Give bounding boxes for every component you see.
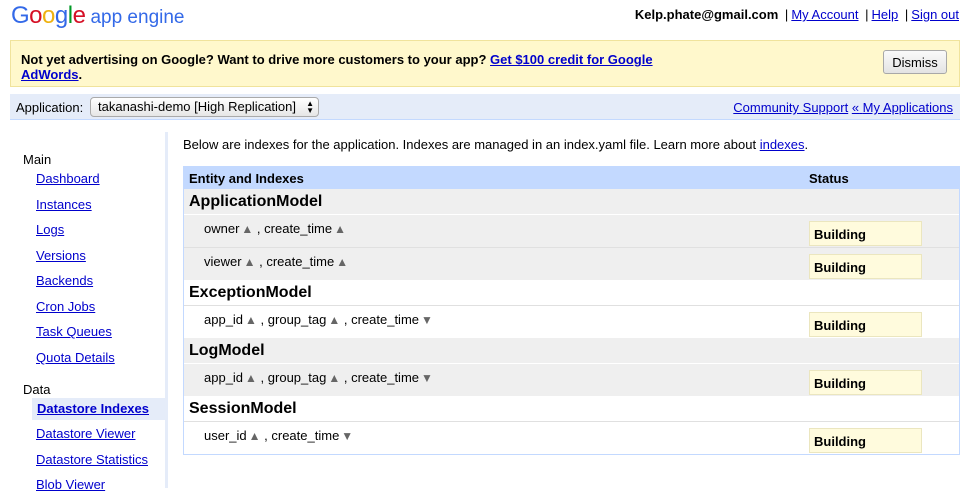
index-properties: app_id ▲ , group_tag ▲ , create_time ▼	[204, 312, 433, 327]
ascending-icon: ▲	[336, 255, 349, 269]
descending-icon: ▼	[341, 429, 354, 443]
table-row: owner ▲ , create_time ▲ Building	[184, 214, 959, 247]
indexes-link[interactable]: indexes	[760, 137, 805, 152]
ascending-icon: ▲	[334, 222, 346, 236]
sidebar-item-task-queues[interactable]: Task Queues	[36, 324, 112, 339]
descending-icon: ▼	[421, 371, 433, 385]
entity-group: ApplicationModel owner ▲ , create_time ▲ B…	[184, 189, 959, 280]
ascending-icon: ▲	[245, 313, 257, 327]
google-app-engine-logo[interactable]: Google app engine	[11, 2, 185, 30]
entity-group: ExceptionModel app_id ▲ , group_tag ▲ , cr…	[184, 280, 959, 338]
index-properties: viewer ▲ , create_time ▲	[204, 254, 349, 269]
table-row: app_id ▲ , group_tag ▲ , create_time ▼ Buil…	[184, 305, 959, 338]
dismiss-button[interactable]: Dismiss	[883, 50, 947, 74]
status-badge: Building	[809, 428, 922, 453]
user-email: Kelp.phate@gmail.com	[634, 7, 779, 22]
nav-heading-main: Main	[23, 152, 52, 167]
status-badge: Building	[809, 370, 922, 395]
table-row: viewer ▲ , create_time ▲ Building	[184, 247, 959, 280]
header: Google app engine Kelp.phate@gmail.com | M…	[0, 0, 977, 38]
select-arrows-icon: ▲ ▼	[306, 99, 314, 115]
column-header-entity: Entity and Indexes	[189, 171, 304, 186]
status-badge: Building	[809, 221, 922, 246]
ascending-icon: ▲	[241, 222, 254, 236]
application-bar: Application: takanashi-demo [High Replic…	[10, 94, 960, 120]
index-properties: user_id ▲ , create_time ▼	[204, 428, 354, 443]
ascending-icon: ▲	[328, 313, 341, 327]
sidebar-item-quota-details[interactable]: Quota Details	[36, 350, 115, 365]
sidebar-item-datastore-statistics[interactable]: Datastore Statistics	[36, 452, 148, 467]
sidebar-item-dashboard[interactable]: Dashboard	[36, 171, 100, 186]
entity-name: SessionModel	[189, 400, 297, 417]
status-badge: Building	[809, 254, 922, 279]
sidebar-item-blob-viewer[interactable]: Blob Viewer	[36, 477, 105, 492]
user-links: Kelp.phate@gmail.com | My Account | Help |…	[634, 7, 959, 22]
my-applications-link[interactable]: « My Applications	[852, 100, 953, 115]
community-support-link[interactable]: Community Support	[733, 100, 848, 115]
index-table: Entity and Indexes Status ApplicationMod…	[183, 166, 960, 455]
entity-group: SessionModel user_id ▲ , create_time ▼ Bui…	[184, 396, 959, 454]
entity-name: ApplicationModel	[189, 193, 323, 210]
ascending-icon: ▲	[245, 371, 257, 385]
index-properties: owner ▲ , create_time ▲	[204, 221, 346, 236]
sidebar-item-backends[interactable]: Backends	[36, 273, 93, 288]
descending-icon: ▼	[421, 313, 433, 327]
entity-name: ExceptionModel	[189, 284, 312, 301]
sidebar-item-versions[interactable]: Versions	[36, 248, 86, 263]
sidebar-item-cron-jobs[interactable]: Cron Jobs	[36, 299, 95, 314]
ascending-icon: ▲	[248, 429, 261, 443]
sidebar-item-logs[interactable]: Logs	[36, 222, 64, 237]
table-header: Entity and Indexes Status	[184, 167, 959, 189]
sidebar-item-datastore-indexes[interactable]: Datastore Indexes	[32, 398, 168, 420]
status-badge: Building	[809, 312, 922, 337]
nav-heading-data: Data	[23, 382, 51, 397]
table-row: app_id ▲ , group_tag ▲ , create_time ▼ Buil…	[184, 363, 959, 396]
appbar-links: Community Support « My Applications	[733, 100, 953, 115]
application-label: Application:	[16, 100, 84, 115]
promo-message: Not yet advertising on Google? Want to d…	[21, 52, 653, 82]
entity-name: LogModel	[189, 342, 265, 359]
ascending-icon: ▲	[328, 371, 341, 385]
intro-text: Below are indexes for the application. I…	[183, 137, 809, 152]
my-account-link[interactable]: My Account	[791, 7, 858, 22]
ascending-icon: ▲	[243, 255, 256, 269]
sign-out-link[interactable]: Sign out	[911, 7, 959, 22]
sidebar-item-datastore-viewer[interactable]: Datastore Viewer	[36, 426, 135, 441]
application-select[interactable]: takanashi-demo [High Replication] ▲ ▼	[90, 97, 319, 117]
sidebar-item-instances[interactable]: Instances	[36, 197, 92, 212]
table-row: user_id ▲ , create_time ▼ Building	[184, 421, 959, 454]
help-link[interactable]: Help	[872, 7, 899, 22]
adwords-promo-banner: Not yet advertising on Google? Want to d…	[10, 40, 960, 87]
column-header-status: Status	[809, 171, 849, 186]
index-properties: app_id ▲ , group_tag ▲ , create_time ▼	[204, 370, 433, 385]
sidebar-nav: Main Dashboard Instances Logs Versions B…	[10, 132, 168, 492]
entity-group: LogModel app_id ▲ , group_tag ▲ , create_t…	[184, 338, 959, 396]
